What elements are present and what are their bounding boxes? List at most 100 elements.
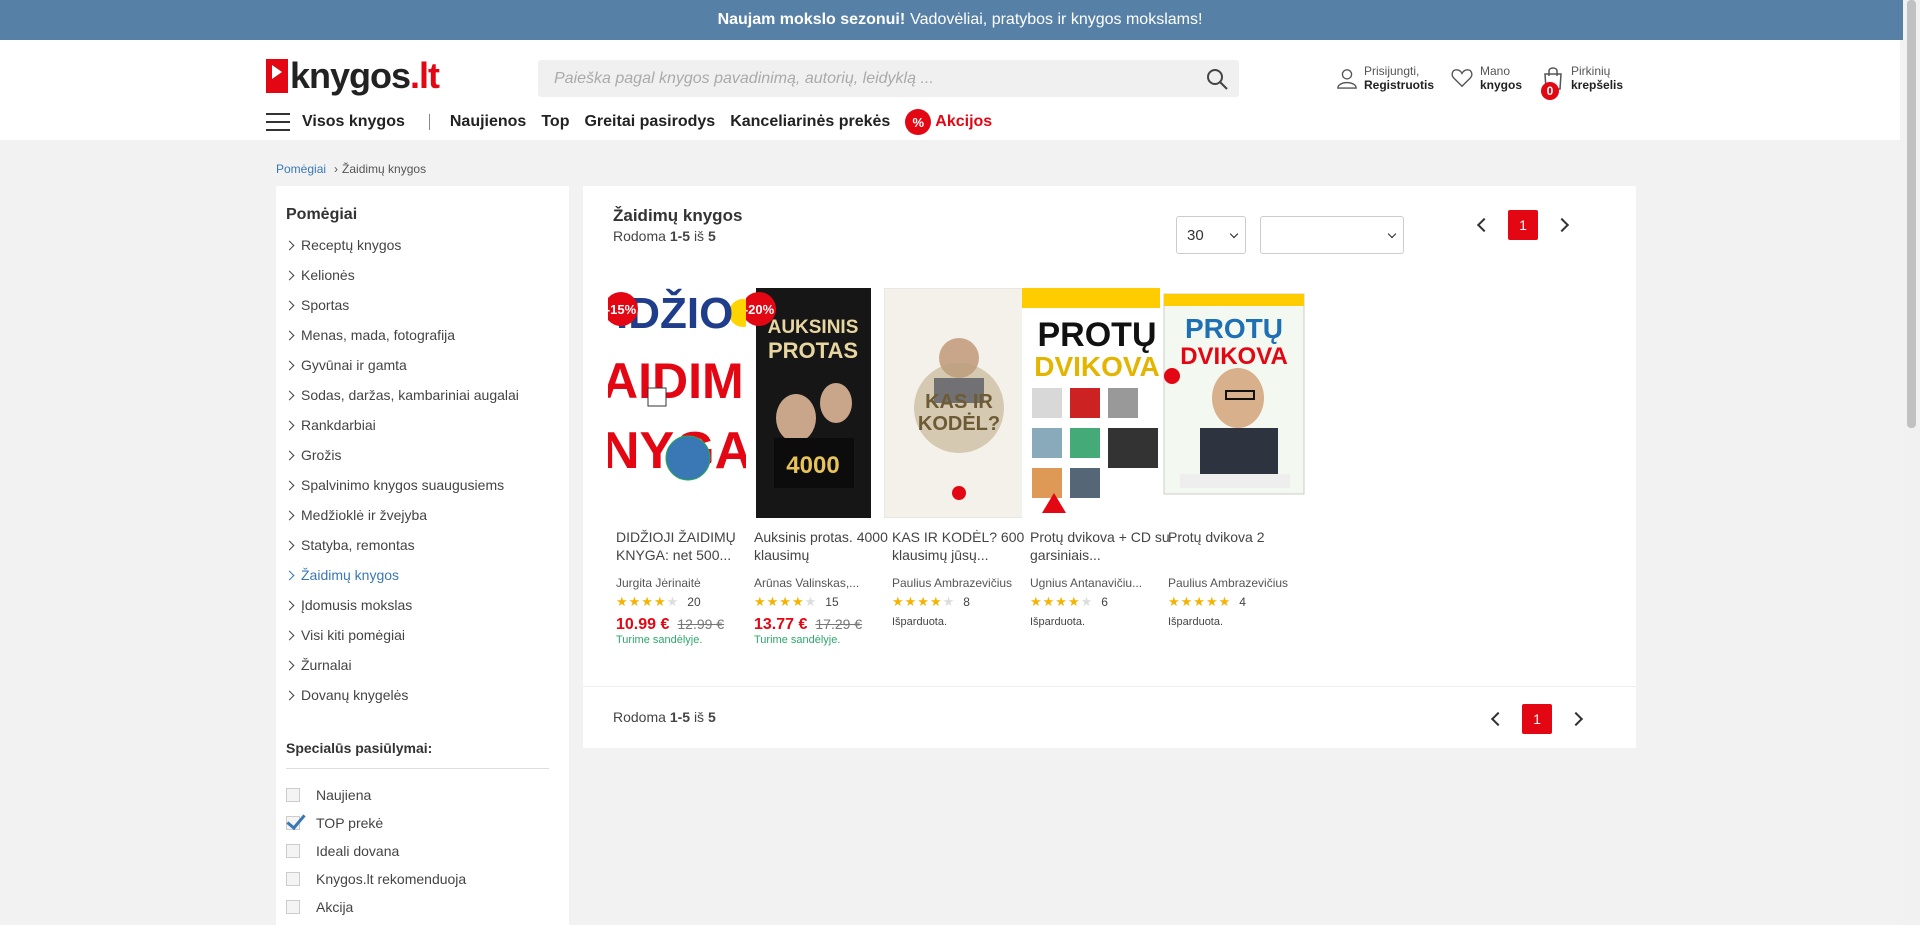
review-count: 4 <box>1239 595 1246 609</box>
product-card[interactable]: PROTŲ DVIKOVA Protų dvikova + CD su garsin… <box>1022 288 1172 628</box>
nav-all-books[interactable]: Visos knygos <box>302 113 405 131</box>
sidebar-item-category[interactable]: Spalvinimo knygos suaugusiems <box>284 470 569 500</box>
sidebar-item-category[interactable]: Sodas, daržas, kambariniai augalai <box>284 380 569 410</box>
sidebar-item-category[interactable]: Gyvūnai ir gamta <box>284 350 569 380</box>
menu-icon[interactable] <box>266 113 290 131</box>
product-author[interactable]: Ugnius Antanavičiu... <box>1022 576 1172 590</box>
sidebar-item-label: Dovanų knygelės <box>301 687 409 703</box>
product-title[interactable]: KAS IR KODĖL? 600 klausimų jūsų... <box>884 528 1034 566</box>
nav-item-kanceliarines[interactable]: Kanceliarinės prekės <box>730 113 890 131</box>
chevron-right-icon <box>284 270 295 280</box>
special-offer-filter[interactable]: Knygos.lt rekomenduoja <box>286 865 569 893</box>
product-card[interactable]: KAS IR KODĖL? KAS IR KODĖL? 600 klausimų j… <box>884 288 1034 628</box>
sidebar-item-category[interactable]: Sportas <box>284 290 569 320</box>
sidebar-item-category[interactable]: Receptų knygos <box>284 230 569 260</box>
nav-item-top[interactable]: Top <box>541 113 569 131</box>
percent-icon: % <box>905 109 932 135</box>
search-bar <box>538 60 1239 97</box>
search-icon[interactable] <box>1205 67 1229 91</box>
filter-checkbox[interactable] <box>286 844 300 858</box>
per-page-select[interactable]: 30 <box>1176 216 1246 254</box>
sidebar-item-category[interactable]: Žaidimų knygos <box>284 560 569 590</box>
sidebar-item-category[interactable]: Menas, mada, fotografija <box>284 320 569 350</box>
nav-item-naujienos[interactable]: Naujienos <box>450 113 526 131</box>
sidebar-item-category[interactable]: Dovanų knygelės <box>284 680 569 710</box>
login-line2: Registruotis <box>1364 78 1435 92</box>
sort-select[interactable] <box>1260 216 1404 254</box>
sidebar-item-category[interactable]: Statyba, remontas <box>284 530 569 560</box>
nav-item-akcijos[interactable]: % Akcijos <box>905 109 992 135</box>
sidebar-item-label: Spalvinimo knygos suaugusiems <box>301 477 505 493</box>
product-cover-image[interactable]: -20% AUKSINIS PROTAS 4000 <box>746 288 896 518</box>
search-input[interactable] <box>538 60 1239 97</box>
chevron-down-icon <box>1387 229 1397 239</box>
product-cover-image[interactable]: PROTŲ DVIKOVA <box>1022 288 1172 518</box>
rating-stars-icon: ★★★★★ <box>892 594 956 609</box>
stock-status: Išparduota. <box>1030 616 1086 628</box>
prev-page-icon[interactable] <box>1490 711 1506 727</box>
scrollbar-thumb[interactable] <box>1907 0 1916 428</box>
wishlist-line2: knygos <box>1480 78 1523 92</box>
wishlist-link[interactable]: Mano knygos <box>1450 64 1522 92</box>
category-list: Receptų knygos Kelionės Sportas Menas, mada… <box>284 230 569 710</box>
site-header: knygos.lt Prisijungti,Registruotis Manok… <box>0 40 1900 140</box>
product-author[interactable]: Arūnas Valinskas,... <box>746 576 896 590</box>
logo-tld: .lt <box>410 55 440 96</box>
prev-page-icon[interactable] <box>1476 217 1492 233</box>
product-author[interactable]: Jurgita Jėrinaitė <box>608 576 758 590</box>
sidebar-item-category[interactable]: Medžioklė ir žvejyba <box>284 500 569 530</box>
sidebar-item-category[interactable]: Kelionės <box>284 260 569 290</box>
breadcrumb-current: Žaidimų knygos <box>342 162 427 176</box>
page-1-button[interactable]: 1 <box>1508 210 1538 240</box>
sidebar-item-category[interactable]: Rankdarbiai <box>284 410 569 440</box>
breadcrumb-parent[interactable]: Pomėgiai <box>276 162 326 176</box>
chevron-right-icon <box>284 450 295 460</box>
login-link[interactable]: Prisijungti, Registruotis <box>1336 64 1434 92</box>
product-cover-image[interactable]: PROTŲ DVIKOVA <box>1160 288 1310 518</box>
next-page-icon[interactable] <box>1568 711 1584 727</box>
sidebar-item-category[interactable]: Įdomusis mokslas <box>284 590 569 620</box>
product-card[interactable]: PROTŲ DVIKOVA Protų dvikova 2 Paulius Ambra… <box>1160 288 1310 628</box>
special-offer-filter[interactable]: Akcija <box>286 893 569 921</box>
sidebar-item-label: Menas, mada, fotografija <box>301 327 456 343</box>
filter-checkbox[interactable] <box>286 900 300 914</box>
sidebar-item-label: Sodas, daržas, kambariniai augalai <box>301 387 519 403</box>
cart-link[interactable]: 0 Pirkinių krepšelis <box>1541 64 1623 100</box>
product-card[interactable]: -15%IDŽIOAIDIMŲNYGA DIDŽIOJI ŽAIDIMŲ KNYG… <box>608 288 758 646</box>
stock-status: Išparduota. <box>1168 616 1224 628</box>
product-card[interactable]: -20% AUKSINIS PROTAS 4000 Auksinis protas. 4… <box>746 288 896 646</box>
pagination-top: 1 <box>1476 210 1570 240</box>
sidebar-item-category[interactable]: Grožis <box>284 440 569 470</box>
breadcrumb-separator-icon: › <box>334 162 339 176</box>
announcement-bar[interactable]: Naujam mokslo sezonui! Vadovėliai, praty… <box>0 0 1920 40</box>
page-1-button[interactable]: 1 <box>1522 704 1552 734</box>
special-offer-filter[interactable]: TOP prekė <box>286 809 569 837</box>
product-cover-image[interactable]: KAS IR KODĖL? <box>884 288 1034 518</box>
page-scrollbar[interactable] <box>1903 0 1920 925</box>
product-title[interactable]: Protų dvikova 2 <box>1160 528 1310 566</box>
product-title[interactable]: DIDŽIOJI ŽAIDIMŲ KNYGA: net 500... <box>608 528 758 566</box>
chevron-right-icon <box>284 690 295 700</box>
sidebar-item-label: Receptų knygos <box>301 237 402 253</box>
filter-checkbox[interactable] <box>286 816 300 830</box>
product-author[interactable]: Paulius Ambrazevičius <box>884 576 1034 590</box>
sidebar-item-category[interactable]: Visi kiti pomėgiai <box>284 620 569 650</box>
svg-text:DVIKOVA: DVIKOVA <box>1034 351 1160 382</box>
product-prices: 13.77 € 17.29 € <box>746 616 896 634</box>
filter-checkbox[interactable] <box>286 788 300 802</box>
special-offer-filter[interactable]: Ideali dovana <box>286 837 569 865</box>
sidebar-item-category[interactable]: Žurnalai <box>284 650 569 680</box>
product-cover-image[interactable]: -15%IDŽIOAIDIMŲNYGA <box>608 288 758 518</box>
nav-item-greitai[interactable]: Greitai pasirodys <box>584 113 715 131</box>
chevron-right-icon <box>284 480 295 490</box>
next-page-icon[interactable] <box>1554 217 1570 233</box>
filter-checkbox[interactable] <box>286 872 300 886</box>
product-title[interactable]: Protų dvikova + CD su garsiniais... <box>1022 528 1172 566</box>
special-offer-filter[interactable]: Naujiena <box>286 781 569 809</box>
site-logo[interactable]: knygos.lt <box>266 55 440 96</box>
sidebar-item-label: Grožis <box>301 447 342 463</box>
product-author[interactable]: Paulius Ambrazevičius <box>1160 576 1310 590</box>
product-prices: 10.99 € 12.99 € <box>608 616 758 634</box>
product-title[interactable]: Auksinis protas. 4000 klausimų <box>746 528 896 566</box>
chevron-right-icon <box>284 390 295 400</box>
